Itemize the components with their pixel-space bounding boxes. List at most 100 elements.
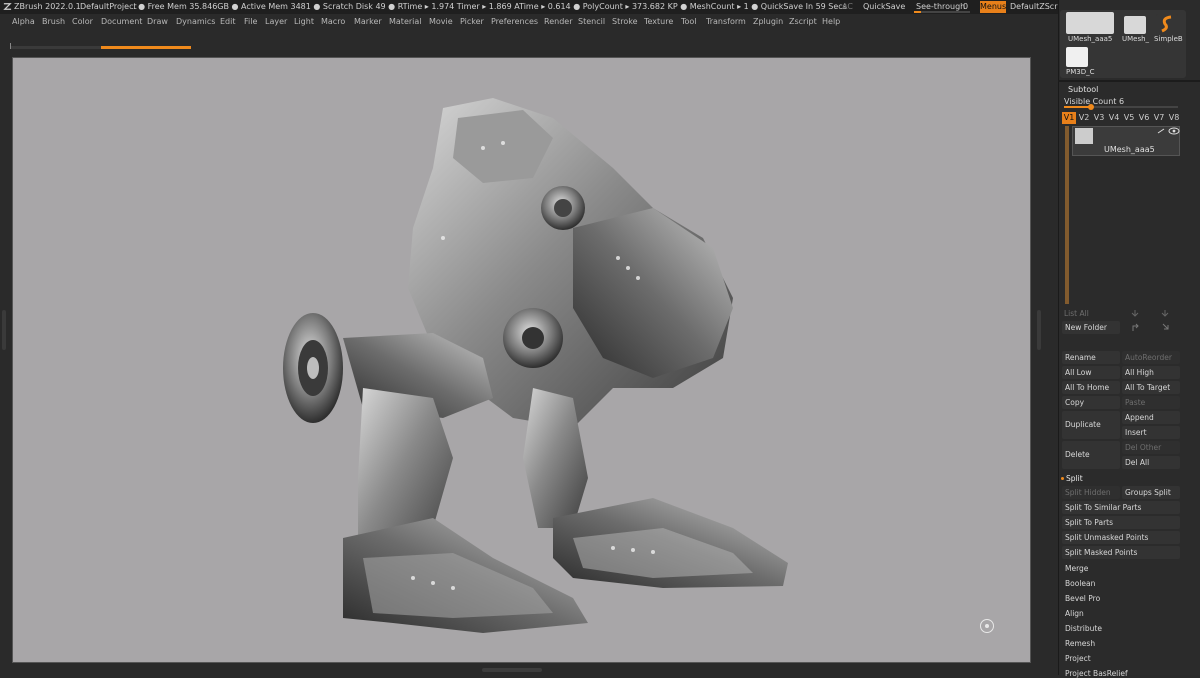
menu-item[interactable]: Zscript: [789, 17, 817, 26]
see-through-label: See-through: [916, 2, 966, 11]
menu-item[interactable]: Texture: [644, 17, 673, 26]
tab-v6[interactable]: V6: [1137, 112, 1151, 124]
menu-bar: Alpha Brush Color Document Draw Dynamics…: [0, 14, 1058, 30]
quicksave-button[interactable]: QuickSave: [863, 2, 905, 11]
rename-button[interactable]: Rename: [1062, 351, 1120, 364]
merge-section[interactable]: Merge: [1065, 564, 1088, 573]
tool-thumb-label: PM3D_C: [1066, 68, 1095, 76]
tab-v2[interactable]: V2: [1077, 112, 1091, 124]
auto-reorder-button[interactable]: AutoReorder: [1122, 351, 1180, 364]
tab-v7[interactable]: V7: [1152, 112, 1166, 124]
see-through-slider[interactable]: [914, 11, 970, 13]
duplicate-button[interactable]: Duplicate: [1062, 411, 1120, 439]
all-to-home-button[interactable]: All To Home: [1062, 381, 1120, 394]
tool-thumb-label: UMesh_aaa5: [1068, 35, 1113, 43]
tool-thumb-label: UMesh_: [1122, 35, 1150, 43]
menu-item[interactable]: Transform: [706, 17, 746, 26]
split-hidden-button[interactable]: Split Hidden: [1062, 486, 1120, 499]
menu-item[interactable]: Dynamics: [176, 17, 215, 26]
ac-label[interactable]: AC: [842, 2, 853, 11]
visible-count-knob[interactable]: [1088, 104, 1094, 110]
split-unmasked-points-button[interactable]: Split Unmasked Points: [1062, 531, 1180, 544]
menu-item[interactable]: Light: [294, 17, 314, 26]
split-to-similar-parts-button[interactable]: Split To Similar Parts: [1062, 501, 1180, 514]
new-folder-button[interactable]: New Folder: [1062, 321, 1120, 334]
subtool-section-title[interactable]: Subtool: [1068, 85, 1098, 94]
del-all-button[interactable]: Del All: [1122, 456, 1180, 469]
tab-v8[interactable]: V8: [1167, 112, 1181, 124]
tool-thumb-umesh[interactable]: [1124, 16, 1146, 34]
menu-item[interactable]: Alpha: [12, 17, 35, 26]
menu-item[interactable]: Material: [389, 17, 422, 26]
split-masked-points-button[interactable]: Split Masked Points: [1062, 546, 1180, 559]
all-to-target-button[interactable]: All To Target: [1122, 381, 1180, 394]
arrow-down-icon[interactable]: [1161, 323, 1170, 332]
tab-v4[interactable]: V4: [1107, 112, 1121, 124]
menu-item[interactable]: Color: [72, 17, 93, 26]
status-readout: . ● Free Mem 35.846GB ● Active Mem 3481 …: [133, 2, 847, 11]
groups-split-button[interactable]: Groups Split: [1122, 486, 1180, 499]
split-section-title[interactable]: Split: [1066, 474, 1083, 483]
insert-button[interactable]: Insert: [1122, 426, 1180, 439]
project-basrelief-section[interactable]: Project BasRelief: [1065, 669, 1128, 678]
boolean-section[interactable]: Boolean: [1065, 579, 1095, 588]
eye-icon[interactable]: [1156, 127, 1180, 135]
subtool-thumbnail: [1075, 128, 1093, 144]
project-section[interactable]: Project: [1065, 654, 1091, 663]
project-name[interactable]: DefaultProject: [80, 2, 137, 11]
simplebrush-icon[interactable]: [1156, 14, 1178, 34]
title-bar: ZBrush 2022.0.1 DefaultProject . ● Free …: [0, 0, 1200, 14]
menu-item[interactable]: Edit: [220, 17, 236, 26]
menus-toggle[interactable]: Menus: [980, 1, 1006, 13]
canvas-viewport[interactable]: [12, 57, 1031, 663]
remesh-section[interactable]: Remesh: [1065, 639, 1095, 648]
all-low-button[interactable]: All Low: [1062, 366, 1120, 379]
tab-v1[interactable]: V1: [1062, 112, 1076, 124]
bevel-pro-section[interactable]: Bevel Pro: [1065, 594, 1100, 603]
all-high-button[interactable]: All High: [1122, 366, 1180, 379]
menu-item[interactable]: Picker: [460, 17, 484, 26]
menu-item[interactable]: Preferences: [491, 17, 538, 26]
menu-item[interactable]: Draw: [147, 17, 168, 26]
del-other-button[interactable]: Del Other: [1122, 441, 1180, 454]
menu-item[interactable]: Macro: [321, 17, 345, 26]
app-title: ZBrush 2022.0.1: [14, 2, 81, 11]
bottom-tray-handle[interactable]: [482, 668, 542, 672]
menu-item[interactable]: Render: [544, 17, 572, 26]
menu-item[interactable]: Help: [822, 17, 840, 26]
tool-thumb-pm3d[interactable]: [1066, 47, 1088, 67]
menu-item[interactable]: Marker: [354, 17, 382, 26]
see-through-value: 0: [963, 2, 969, 11]
left-tray-handle[interactable]: [2, 310, 6, 350]
copy-button[interactable]: Copy: [1062, 396, 1120, 409]
delete-button[interactable]: Delete: [1062, 441, 1120, 469]
menu-item[interactable]: Stroke: [612, 17, 638, 26]
menu-item[interactable]: Brush: [42, 17, 65, 26]
arrow-up-icon[interactable]: [1131, 323, 1140, 332]
arrow-down-icon[interactable]: [1131, 309, 1139, 317]
tab-v3[interactable]: V3: [1092, 112, 1106, 124]
arrow-down-icon[interactable]: [1161, 309, 1169, 317]
distribute-section[interactable]: Distribute: [1065, 624, 1102, 633]
shelf-active-indicator[interactable]: [101, 46, 191, 49]
menu-item[interactable]: Layer: [265, 17, 287, 26]
split-to-parts-button[interactable]: Split To Parts: [1062, 516, 1180, 529]
append-button[interactable]: Append: [1122, 411, 1180, 424]
menu-item[interactable]: Movie: [429, 17, 453, 26]
visible-count-slider[interactable]: [1064, 106, 1178, 108]
subtool-list-scrollbar[interactable]: [1065, 126, 1069, 304]
menu-item[interactable]: File: [244, 17, 257, 26]
robot-model-render[interactable]: [13, 58, 1031, 663]
menu-item[interactable]: Stencil: [578, 17, 605, 26]
list-all-button[interactable]: List All: [1064, 309, 1089, 318]
menu-item[interactable]: Document: [101, 17, 142, 26]
navigation-gizmo-icon[interactable]: [980, 619, 994, 633]
right-tray-handle[interactable]: [1037, 310, 1041, 350]
split-section-indicator: [1061, 477, 1064, 480]
align-section[interactable]: Align: [1065, 609, 1084, 618]
menu-item[interactable]: Tool: [681, 17, 697, 26]
tab-v5[interactable]: V5: [1122, 112, 1136, 124]
tool-thumb-umesh-aaa5[interactable]: [1066, 12, 1114, 34]
paste-button[interactable]: Paste: [1122, 396, 1180, 409]
menu-item[interactable]: Zplugin: [753, 17, 783, 26]
